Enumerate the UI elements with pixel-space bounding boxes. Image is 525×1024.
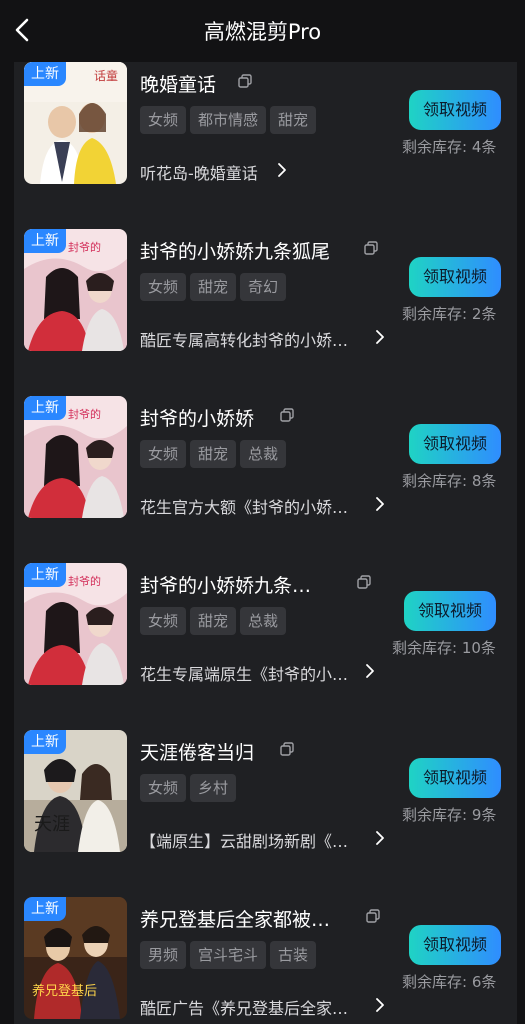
stock-remaining: 剩余库存: 4条 [402,138,497,156]
cover-image[interactable]: 封爷的 上新 [24,229,127,351]
tag: 甜宠 [190,273,237,301]
tag: 女频 [140,607,187,635]
tag: 女频 [140,106,187,134]
video-list[interactable]: 话童 上新 晚婚童话 女频 都市情感 甜宠 听花岛-晚婚童话 领取视频 剩余库存: … [14,62,517,1024]
tag: 总裁 [240,440,287,468]
list-item[interactable]: 封爷的 上新 封爷的小娇娇九条狐尾 女频 甜宠 奇幻 酷匠专属高转化封爷的小娇… 领… [14,229,517,364]
new-badge: 上新 [24,897,66,921]
new-badge: 上新 [24,396,66,420]
copy-icon[interactable] [357,575,371,589]
page-title: 高燃混剪Pro [203,20,322,44]
source-link[interactable]: 酷匠广告《养兄登基后全家… [140,995,348,1019]
chevron-right-icon[interactable] [364,663,376,679]
cover-image[interactable]: 话童 上新 [24,62,127,184]
svg-text:话童: 话童 [94,68,118,83]
chevron-right-icon[interactable] [374,496,386,512]
svg-text:封爷的: 封爷的 [68,574,101,588]
copy-icon[interactable] [366,909,380,923]
svg-text:封爷的: 封爷的 [68,407,101,421]
item-title: 封爷的小娇娇九条狐尾 [140,241,331,263]
tag-list: 男频 宫斗宅斗 古装 [140,941,320,971]
tag: 宫斗宅斗 [190,941,267,969]
cover-image[interactable]: 封爷的 上新 [24,563,127,685]
list-item[interactable]: 封爷的 上新 封爷的小娇娇 女频 甜宠 总裁 花生官方大额《封爷的小娇… 领取视频 … [14,396,517,531]
source-link[interactable]: 花生专属端原生《封爷的小… [140,661,348,685]
top-bar: 高燃混剪Pro [0,0,525,62]
item-title: 养兄登基后全家都被… [140,909,331,931]
get-video-button[interactable]: 领取视频 [409,257,501,297]
cover-image[interactable]: 封爷的 上新 [24,396,127,518]
stock-remaining: 剩余库存: 6条 [402,973,497,991]
cover-image[interactable]: 天涯 上新 [24,730,127,852]
source-link[interactable]: 听花岛-晚婚童话 [140,160,258,184]
stock-remaining: 剩余库存: 10条 [392,639,496,657]
tag: 都市情感 [190,106,267,134]
stock-remaining: 剩余库存: 9条 [402,806,497,824]
source-link[interactable]: 花生官方大额《封爷的小娇… [140,494,348,518]
tag: 女频 [140,440,187,468]
svg-text:封爷的: 封爷的 [68,240,101,254]
tag-list: 女频 甜宠 总裁 [140,607,290,637]
item-title: 封爷的小娇娇九条… [140,575,312,597]
chevron-right-icon[interactable] [374,830,386,846]
tag: 乡村 [190,774,237,802]
tag: 总裁 [240,607,287,635]
copy-icon[interactable] [280,408,294,422]
tag: 奇幻 [240,273,287,301]
list-item[interactable]: 封爷的 上新 封爷的小娇娇九条… 女频 甜宠 总裁 花生专属端原生《封爷的小… 领取… [14,563,517,698]
get-video-button[interactable]: 领取视频 [409,925,501,965]
cover-image[interactable]: 养兄登基后 上新 [24,897,127,1019]
new-badge: 上新 [24,229,66,253]
chevron-right-icon[interactable] [374,997,386,1013]
new-badge: 上新 [24,563,66,587]
tag: 男频 [140,941,187,969]
stock-remaining: 剩余库存: 2条 [402,305,497,323]
copy-icon[interactable] [280,742,294,756]
copy-icon[interactable] [364,241,378,255]
get-video-button[interactable]: 领取视频 [404,591,496,631]
tag: 甜宠 [190,607,237,635]
item-title: 封爷的小娇娇 [140,408,255,430]
svg-text:天涯: 天涯 [34,814,70,835]
tag: 甜宠 [270,106,317,134]
tag: 甜宠 [190,440,237,468]
tag-list: 女频 甜宠 总裁 [140,440,290,470]
new-badge: 上新 [24,730,66,754]
source-link[interactable]: 【端原生】云甜剧场新剧《… [140,828,348,852]
tag-list: 女频 乡村 [140,774,240,804]
svg-text:养兄登基后: 养兄登基后 [32,983,97,999]
tag: 古装 [270,941,317,969]
tag: 女频 [140,774,187,802]
copy-icon[interactable] [238,74,252,88]
get-video-button[interactable]: 领取视频 [409,90,501,130]
get-video-button[interactable]: 领取视频 [409,758,501,798]
get-video-button[interactable]: 领取视频 [409,424,501,464]
list-item[interactable]: 养兄登基后 上新 养兄登基后全家都被… 男频 宫斗宅斗 古装 酷匠广告《养兄登基后全… [14,897,517,1024]
list-item[interactable]: 话童 上新 晚婚童话 女频 都市情感 甜宠 听花岛-晚婚童话 领取视频 剩余库存: … [14,62,517,197]
item-title: 晚婚童话 [140,74,217,96]
chevron-right-icon[interactable] [276,162,288,178]
stock-remaining: 剩余库存: 8条 [402,472,497,490]
new-badge: 上新 [24,62,66,86]
list-item[interactable]: 天涯 上新 天涯倦客当归 女频 乡村 【端原生】云甜剧场新剧《… 领取视频 剩余库… [14,730,517,865]
source-link[interactable]: 酷匠专属高转化封爷的小娇… [140,327,348,351]
tag-list: 女频 都市情感 甜宠 [140,106,320,136]
chevron-right-icon[interactable] [374,329,386,345]
tag-list: 女频 甜宠 奇幻 [140,273,290,303]
tag: 女频 [140,273,187,301]
item-title: 天涯倦客当归 [140,742,255,764]
